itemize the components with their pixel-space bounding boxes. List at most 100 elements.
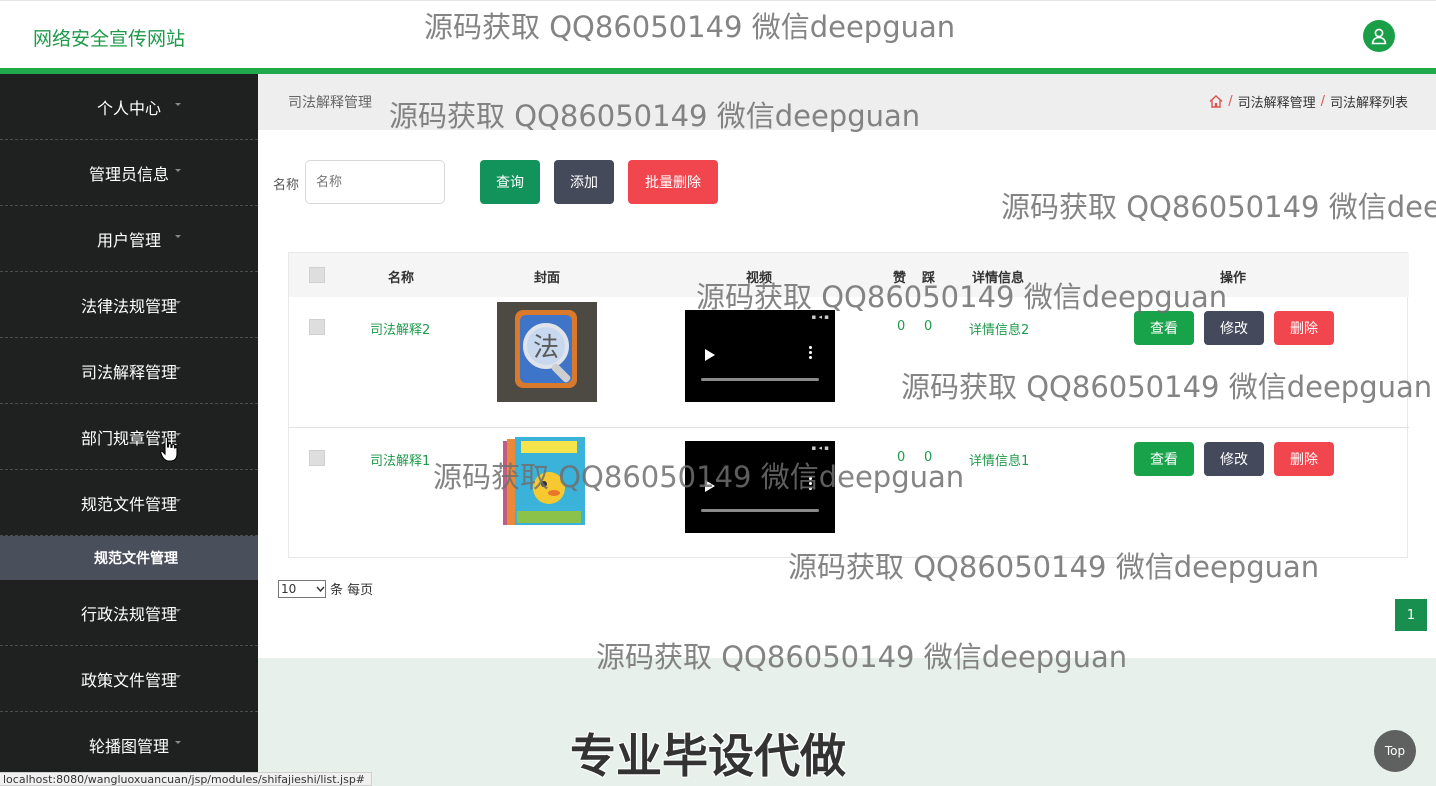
row-name-link[interactable]: 司法解释2 (370, 319, 430, 338)
column-header-dislikes: 踩 (922, 271, 936, 286)
column-header-actions: 操作 (1220, 271, 1247, 286)
sidebar-item-label: 个人中心 (96, 98, 161, 118)
sidebar-item-label: 政策文件管理 (80, 670, 177, 690)
page-size-select[interactable]: 10 (278, 579, 326, 598)
breadcrumb-bar: 司法解释管理 / 司法解释管理 / 司法解释列表 (258, 74, 1436, 130)
table-row: 司法解释2 法 ▪ ◂ ▪ 0 0 详情信息2 查看 修改 删除 (289, 297, 1409, 428)
detail-text: 详情信息2 (969, 323, 1030, 338)
play-icon[interactable] (705, 480, 715, 492)
play-icon[interactable] (705, 349, 715, 361)
view-button[interactable]: 查看 (1134, 311, 1194, 345)
search-label: 名称 (273, 178, 300, 193)
query-button[interactable]: 查询 (480, 160, 540, 204)
delete-button[interactable]: 删除 (1274, 311, 1334, 345)
likes-count: 0 (897, 450, 906, 465)
row-checkbox[interactable] (309, 319, 325, 335)
video-status-icons: ▪ ◂ ▪ (811, 444, 829, 452)
caret-down-icon (175, 103, 181, 106)
video-player[interactable]: ▪ ◂ ▪ (685, 310, 835, 402)
cover-image (497, 433, 597, 533)
dislikes-count: 0 (924, 450, 933, 465)
law-book-image: 法 (497, 302, 597, 402)
sidebar-item-user-management[interactable]: 用户管理 (0, 206, 258, 272)
cover-image: 法 (497, 302, 597, 402)
caret-down-icon (175, 675, 181, 678)
footer-band: 专业毕设代做 (258, 658, 1436, 786)
video-player[interactable]: ▪ ◂ ▪ (685, 441, 835, 533)
page-title: 司法解释管理 (288, 95, 372, 111)
sidebar-item-label: 管理员信息 (88, 164, 169, 184)
sidebar-item-policy-docs[interactable]: 政策文件管理 (0, 646, 258, 712)
page-size-control: 10 条 每页 (278, 579, 373, 598)
sidebar-item-department-rules[interactable]: 部门规章管理 (0, 404, 258, 470)
chevron-down-icon (316, 586, 325, 592)
per-page-text: 条 每页 (330, 583, 374, 598)
search-input[interactable] (305, 160, 445, 204)
column-header-cover: 封面 (534, 271, 561, 286)
top-header: 网络安全宣传网站 (0, 0, 1436, 68)
more-options-icon[interactable] (809, 346, 813, 364)
sidebar-item-label: 轮播图管理 (88, 736, 169, 756)
sidebar-subitem-normative-docs[interactable]: 规范文件管理 (0, 536, 258, 580)
caret-down-icon (175, 301, 181, 304)
sidebar-item-label: 用户管理 (96, 230, 161, 250)
picture-book-image (497, 433, 597, 533)
edit-button[interactable]: 修改 (1204, 442, 1264, 476)
row-name-link[interactable]: 司法解释1 (370, 450, 430, 469)
sidebar-item-carousel[interactable]: 轮播图管理 (0, 712, 258, 778)
video-status-icons: ▪ ◂ ▪ (811, 313, 829, 321)
home-icon[interactable] (1209, 95, 1223, 108)
sidebar-item-admin-info[interactable]: 管理员信息 (0, 140, 258, 206)
batch-delete-button[interactable]: 批量删除 (628, 160, 718, 204)
select-all-checkbox[interactable] (309, 267, 325, 283)
sidebar-item-label: 法律法规管理 (80, 296, 177, 316)
user-glyph (1371, 28, 1387, 45)
page-size-value: 10 (281, 581, 297, 596)
breadcrumb-separator: / (1320, 94, 1325, 109)
site-title[interactable]: 网络安全宣传网站 (33, 24, 185, 51)
breadcrumb: / 司法解释管理 / 司法解释列表 (1209, 92, 1408, 111)
sidebar-item-laws[interactable]: 法律法规管理 (0, 272, 258, 338)
caret-down-icon (175, 741, 181, 744)
column-header-detail: 详情信息 (972, 271, 1025, 286)
main-content: 司法解释管理 / 司法解释管理 / 司法解释列表 名称 查询 添加 批量删除 名… (258, 74, 1436, 786)
detail-text: 详情信息1 (969, 454, 1030, 469)
svg-text:法: 法 (533, 333, 559, 363)
edit-button[interactable]: 修改 (1204, 311, 1264, 345)
browser-status-url: localhost:8080/wangluoxuancuan/jsp/modul… (0, 772, 373, 786)
video-progress-bar[interactable] (701, 509, 819, 512)
sidebar-item-judicial[interactable]: 司法解释管理 (0, 338, 258, 404)
breadcrumb-item-judicial[interactable]: 司法解释管理 (1238, 92, 1316, 111)
sidebar-item-label: 规范文件管理 (80, 494, 177, 514)
column-header-name: 名称 (388, 271, 415, 286)
user-icon[interactable] (1363, 20, 1395, 52)
caret-down-icon (175, 609, 181, 612)
caret-down-icon (175, 367, 181, 370)
more-options-icon[interactable] (809, 477, 813, 495)
pagination-page-1[interactable]: 1 (1395, 599, 1427, 631)
sidebar-item-label: 司法解释管理 (80, 362, 177, 382)
video-progress-bar[interactable] (701, 378, 819, 381)
view-button[interactable]: 查看 (1134, 442, 1194, 476)
caret-down-icon (175, 499, 181, 502)
likes-count: 0 (897, 319, 906, 334)
delete-button[interactable]: 删除 (1274, 442, 1334, 476)
sidebar: 个人中心 管理员信息 用户管理 法律法规管理 司法解释管理 部门规章管理 规范文… (0, 74, 258, 786)
row-checkbox[interactable] (309, 450, 325, 466)
column-header-video: 视频 (746, 271, 773, 286)
dislikes-count: 0 (924, 319, 933, 334)
sidebar-item-admin-regulations[interactable]: 行政法规管理 (0, 580, 258, 646)
add-button[interactable]: 添加 (554, 160, 614, 204)
column-header-likes: 赞 (893, 271, 907, 286)
back-to-top-button[interactable]: Top (1374, 730, 1416, 772)
promo-banner-text: 专业毕设代做 (570, 729, 846, 783)
table-header: 名称 封面 视频 赞 踩 详情信息 操作 (289, 253, 1409, 297)
caret-down-icon (175, 235, 181, 238)
sidebar-item-label: 行政法规管理 (80, 604, 177, 624)
table-row: 司法解释1 ▪ ◂ ▪ 0 0 详情信息1 查看 修改 删除 (289, 428, 1409, 559)
sidebar-item-personal-center[interactable]: 个人中心 (0, 74, 258, 140)
breadcrumb-separator: / (1228, 94, 1233, 109)
caret-down-icon (175, 169, 181, 172)
sidebar-item-normative-docs[interactable]: 规范文件管理 (0, 470, 258, 536)
hand-cursor-icon (160, 436, 178, 462)
